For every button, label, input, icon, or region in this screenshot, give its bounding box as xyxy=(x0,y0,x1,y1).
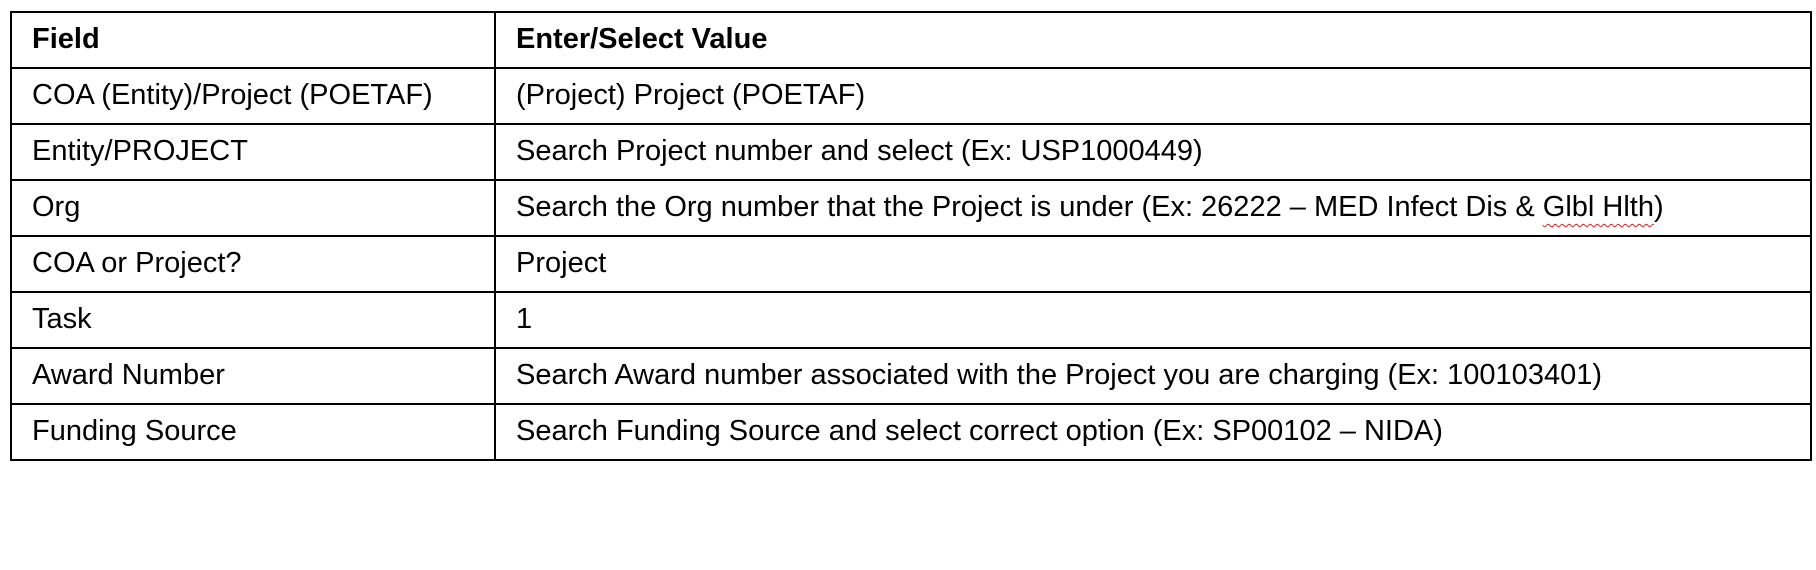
field-value-table: Field Enter/Select Value COA (Entity)/Pr… xyxy=(10,11,1812,461)
header-field: Field xyxy=(10,11,496,69)
table-row: Org Search the Org number that the Proje… xyxy=(10,179,1812,237)
table-row: COA (Entity)/Project (POETAF) (Project) … xyxy=(10,67,1812,125)
value-cell: Search Award number associated with the … xyxy=(494,347,1812,405)
value-text: Search the Org number that the Project i… xyxy=(516,191,1543,223)
table-row: Award Number Search Award number associa… xyxy=(10,347,1812,405)
field-cell: Org xyxy=(10,179,496,237)
value-cell: Search Project number and select (Ex: US… xyxy=(494,123,1812,181)
table-body: COA (Entity)/Project (POETAF) (Project) … xyxy=(10,67,1812,461)
field-cell: Entity/PROJECT xyxy=(10,123,496,181)
field-cell: COA (Entity)/Project (POETAF) xyxy=(10,67,496,125)
value-cell: Project xyxy=(494,235,1812,293)
field-cell: Task xyxy=(10,291,496,349)
field-cell: Award Number xyxy=(10,347,496,405)
spellcheck-flagged-text: Glbl Hlth xyxy=(1542,191,1654,223)
table-row: Task 1 xyxy=(10,291,1812,349)
value-cell: Search the Org number that the Project i… xyxy=(494,179,1812,237)
value-cell: (Project) Project (POETAF) xyxy=(494,67,1812,125)
value-text-end: ) xyxy=(1653,191,1664,223)
table-row: Entity/PROJECT Search Project number and… xyxy=(10,123,1812,181)
value-cell: 1 xyxy=(494,291,1812,349)
table-header: Field Enter/Select Value xyxy=(10,11,1812,69)
table-row: Funding Source Search Funding Source and… xyxy=(10,403,1812,461)
value-cell: Search Funding Source and select correct… xyxy=(494,403,1812,461)
document-page: Field Enter/Select Value COA (Entity)/Pr… xyxy=(0,0,1816,570)
table-header-row: Field Enter/Select Value xyxy=(10,11,1812,69)
table-row: COA or Project? Project xyxy=(10,235,1812,293)
field-cell: COA or Project? xyxy=(10,235,496,293)
header-value: Enter/Select Value xyxy=(494,11,1812,69)
field-cell: Funding Source xyxy=(10,403,496,461)
